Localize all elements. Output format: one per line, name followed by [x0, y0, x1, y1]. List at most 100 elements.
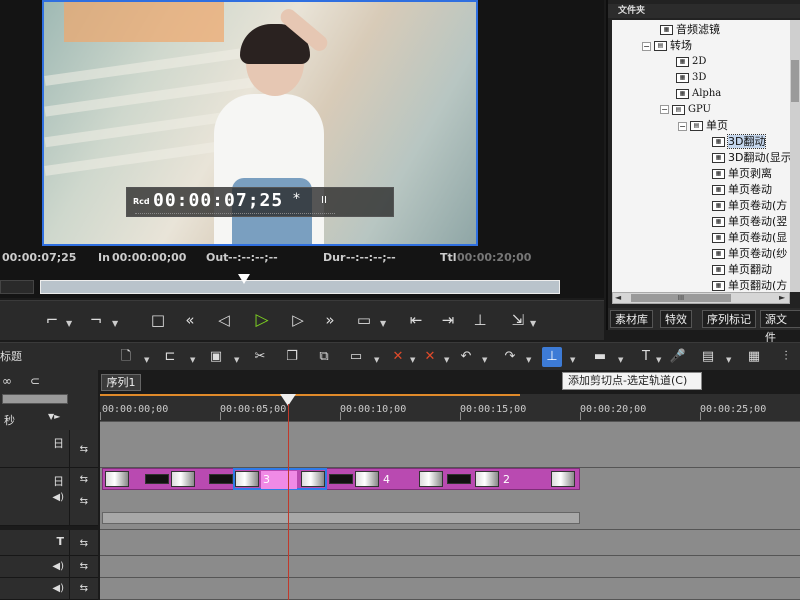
- chevron-down-icon[interactable]: ▼: [526, 356, 531, 364]
- open-folder-icon[interactable]: ⊏: [160, 347, 180, 367]
- tab-effects[interactable]: 特效: [660, 310, 692, 328]
- tree-item-effect[interactable]: ▦ 3D翻动(显示: [712, 150, 790, 166]
- chevron-down-icon[interactable]: ▼: [234, 356, 239, 364]
- new-file-icon[interactable]: 🗋: [116, 347, 136, 367]
- transition-block[interactable]: [209, 474, 233, 484]
- tree-item-effect[interactable]: ▦ 单页卷动(翌: [712, 214, 787, 230]
- tree-item-effect[interactable]: ▦ 单页剥离: [712, 166, 772, 182]
- title-icon[interactable]: T: [636, 347, 656, 367]
- tab-source-files[interactable]: 源文件: [760, 310, 800, 344]
- play-button[interactable]: ▷: [250, 309, 274, 331]
- mixer-icon[interactable]: ▤: [698, 347, 718, 367]
- goto-out-button[interactable]: ⇥: [436, 309, 460, 331]
- chevron-down-icon[interactable]: ▼: [570, 356, 575, 364]
- collapse-icon[interactable]: −: [678, 121, 687, 131]
- save-icon[interactable]: ▣: [206, 347, 226, 367]
- tab-sequence-1[interactable]: 序列1: [101, 374, 141, 391]
- tree-item-3d-flip[interactable]: ▦ 3D翻动: [712, 134, 767, 150]
- audio-clip-strip[interactable]: [102, 512, 580, 524]
- scrollbar-thumb[interactable]: [791, 60, 799, 102]
- chevron-down-icon[interactable]: ▼: [190, 356, 195, 364]
- zoom-slider[interactable]: [2, 394, 68, 404]
- step-back-button[interactable]: ◁: [212, 309, 236, 331]
- loop-button[interactable]: ▭: [352, 309, 376, 331]
- timeline-ruler[interactable]: 00:00:00;00 00:00:05;00 00:00:10;00 00:0…: [100, 394, 800, 422]
- ripple-delete-icon[interactable]: ✕: [420, 347, 440, 367]
- sync-lock-icon[interactable]: ⇆: [80, 444, 88, 455]
- microphone-icon[interactable]: 🎤: [668, 347, 688, 367]
- group-icon[interactable]: ▭: [346, 347, 366, 367]
- scrub-track[interactable]: [40, 280, 560, 294]
- stop-button[interactable]: □: [146, 309, 170, 331]
- undo-icon[interactable]: ↶: [456, 347, 476, 367]
- tree-item-effect[interactable]: ▦ 单页卷动: [712, 182, 772, 198]
- scroll-right-icon[interactable]: ►: [779, 293, 785, 302]
- paste-icon[interactable]: ⧉: [314, 347, 334, 367]
- collapse-icon[interactable]: −: [642, 41, 651, 51]
- sync-lock-icon[interactable]: ⇆: [80, 496, 88, 507]
- video-clips-strip[interactable]: 3 4 2: [102, 468, 580, 490]
- tree-item-effect[interactable]: ▦ 单页翻动: [712, 262, 772, 278]
- tree-item-alpha[interactable]: ▦ Alpha: [676, 86, 721, 102]
- track-v1[interactable]: [100, 422, 800, 468]
- chevron-down-icon[interactable]: ▼: [656, 356, 661, 364]
- chevron-down-icon[interactable]: ▼: [530, 319, 536, 328]
- chevron-down-icon[interactable]: ▼: [66, 319, 72, 328]
- export-frame-button[interactable]: ⇲: [506, 309, 530, 331]
- tab-asset-library[interactable]: 素材库: [610, 310, 653, 328]
- tree-item-gpu[interactable]: − ▤ GPU: [660, 102, 711, 118]
- speaker-icon[interactable]: ◀): [52, 583, 64, 594]
- sync-lock-icon[interactable]: ⇆: [80, 474, 88, 485]
- transition-block[interactable]: [329, 474, 353, 484]
- redo-icon[interactable]: ↷: [500, 347, 520, 367]
- chevron-down-icon[interactable]: ▼: [112, 319, 118, 328]
- goto-in-button[interactable]: ⇤: [404, 309, 428, 331]
- chevron-down-icon[interactable]: ▼►: [48, 412, 60, 421]
- split-marker-button[interactable]: ⊥: [468, 309, 492, 331]
- collapse-icon[interactable]: −: [660, 105, 669, 114]
- chevron-down-icon[interactable]: ▼: [374, 356, 379, 364]
- sync-lock-icon[interactable]: ⇆: [80, 538, 88, 549]
- transition-icon[interactable]: ▬: [590, 347, 610, 367]
- transition-block[interactable]: [145, 474, 169, 484]
- speaker-icon[interactable]: ◀): [52, 492, 64, 503]
- tree-item-effect[interactable]: ▦ 单页卷动(方: [712, 198, 787, 214]
- chevron-down-icon[interactable]: ▼: [144, 356, 149, 364]
- chevron-down-icon[interactable]: ▼: [482, 356, 487, 364]
- track-a2[interactable]: [100, 578, 800, 600]
- chevron-down-icon[interactable]: ▼: [410, 356, 415, 364]
- delete-icon[interactable]: ✕: [388, 347, 408, 367]
- tree-vertical-scrollbar[interactable]: [790, 20, 800, 292]
- transition-block[interactable]: [447, 474, 471, 484]
- chevron-down-icon[interactable]: ▼: [726, 356, 731, 364]
- grid-icon[interactable]: ▦: [744, 347, 764, 367]
- link-icon[interactable]: ∞: [2, 374, 12, 388]
- tree-item-single-page[interactable]: − ▤ 单页: [678, 118, 728, 134]
- scroll-left-icon[interactable]: ◄: [615, 293, 621, 302]
- mark-out-icon[interactable]: ¬: [84, 309, 108, 331]
- fast-forward-button[interactable]: »: [318, 309, 342, 331]
- copy-icon[interactable]: ❐: [282, 347, 302, 367]
- tree-item-audio-filters[interactable]: ▦ 音频滤镜: [660, 22, 720, 38]
- tree-horizontal-scrollbar[interactable]: ◄ III ►: [612, 292, 790, 304]
- cut-icon[interactable]: ✂: [250, 347, 270, 367]
- chevron-down-icon[interactable]: ▼: [444, 356, 449, 364]
- rewind-button[interactable]: «: [178, 309, 202, 331]
- sync-lock-icon[interactable]: ⇆: [80, 561, 88, 572]
- step-forward-button[interactable]: ▷: [286, 309, 310, 331]
- speaker-icon[interactable]: ◀): [52, 561, 64, 572]
- add-cut-point-button[interactable]: ⊥: [542, 347, 562, 367]
- tree-item-3d[interactable]: ▦ 3D: [676, 70, 706, 86]
- tab-sequence-markers[interactable]: 序列标记: [702, 310, 756, 328]
- scrollbar-thumb[interactable]: III: [631, 294, 731, 302]
- effects-tree[interactable]: ▦ 音频滤镜 − ▤ 转场 ▦ 2D ▦ 3D ▦ Alpha − ▤ GPU − ▤ 单页 ▦ 3D…: [612, 20, 790, 292]
- settings-sliders-icon[interactable]: ⫶: [776, 347, 796, 367]
- tree-item-effect[interactable]: ▦ 单页卷动(显: [712, 230, 787, 246]
- tree-item-2d[interactable]: ▦ 2D: [676, 54, 706, 70]
- track-a1[interactable]: [100, 556, 800, 578]
- chevron-down-icon[interactable]: ▼: [380, 319, 386, 328]
- snap-icon[interactable]: ⊂: [30, 374, 40, 388]
- mark-in-icon[interactable]: ⌐: [40, 309, 64, 331]
- scrub-bar[interactable]: [0, 274, 604, 298]
- tree-item-effect[interactable]: ▦ 单页翻动(方: [712, 278, 787, 292]
